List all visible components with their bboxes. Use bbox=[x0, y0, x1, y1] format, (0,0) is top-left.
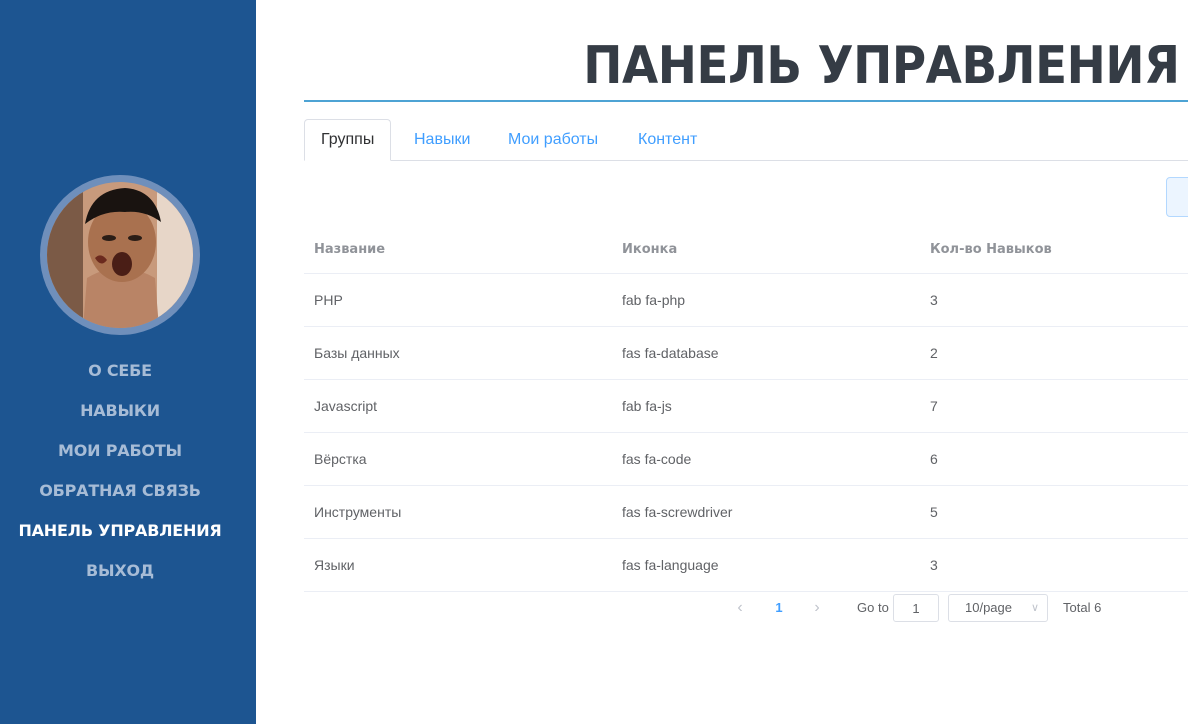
total-count: Total 6 bbox=[1063, 600, 1102, 615]
cell-name: Javascript bbox=[314, 398, 378, 414]
pagination: ‹ 1 › Go to 10/page ∨ Total 6 bbox=[0, 594, 1188, 622]
avatar-frame bbox=[40, 175, 200, 335]
table-row[interactable]: PHP fab fa-php 3 bbox=[304, 274, 1188, 327]
cell-icon: fas fa-screwdriver bbox=[622, 504, 733, 520]
table-row[interactable]: Javascript fab fa-js 7 bbox=[304, 380, 1188, 433]
sidebar-item-admin-panel[interactable]: ПАНЕЛЬ УПРАВЛЕНИЯ bbox=[0, 511, 240, 551]
table-header: Название Иконка Кол-во Навыков bbox=[304, 226, 1188, 274]
table-row[interactable]: Языки fas fa-language 3 bbox=[304, 539, 1188, 592]
cell-icon: fas fa-code bbox=[622, 451, 692, 467]
avatar[interactable] bbox=[47, 182, 193, 328]
sidebar-item-feedback[interactable]: ОБРАТНАЯ СВЯЗЬ bbox=[0, 471, 240, 511]
add-group-button[interactable] bbox=[1166, 177, 1188, 217]
sidebar-item-about[interactable]: О СЕБЕ bbox=[0, 351, 240, 391]
column-header-icon[interactable]: Иконка bbox=[622, 226, 677, 274]
sidebar-item-works[interactable]: МОИ РАБОТЫ bbox=[0, 431, 240, 471]
goto-page-input[interactable] bbox=[893, 594, 939, 622]
cell-name: Вёрстка bbox=[314, 451, 367, 467]
cell-skill-count: 5 bbox=[930, 504, 938, 520]
cell-name: PHP bbox=[314, 292, 343, 308]
sidebar-nav: О СЕБЕ НАВЫКИ МОИ РАБОТЫ ОБРАТНАЯ СВЯЗЬ … bbox=[0, 351, 240, 591]
page-number-current[interactable]: 1 bbox=[771, 594, 787, 622]
tab-bar: Группы Навыки Мои работы Контент bbox=[304, 119, 1188, 161]
page-size-select[interactable]: 10/page ∨ bbox=[948, 594, 1048, 622]
tab-content[interactable]: Контент bbox=[638, 119, 697, 161]
cell-icon: fas fa-language bbox=[622, 557, 719, 573]
table-row[interactable]: Базы данных fas fa-database 2 bbox=[304, 327, 1188, 380]
column-header-name[interactable]: Название bbox=[314, 226, 385, 274]
tab-groups[interactable]: Группы bbox=[304, 119, 392, 161]
cell-skill-count: 3 bbox=[930, 292, 938, 308]
table-row[interactable]: Инструменты fas fa-screwdriver 5 bbox=[304, 486, 1188, 539]
page-title: ПАНЕЛЬ УПРАВЛЕНИЯ bbox=[583, 36, 1181, 96]
cell-name: Языки bbox=[314, 557, 355, 573]
cell-icon: fab fa-php bbox=[622, 292, 686, 308]
cell-skill-count: 3 bbox=[930, 557, 938, 573]
goto-label: Go to bbox=[857, 600, 889, 615]
cell-name: Инструменты bbox=[314, 504, 402, 520]
cell-name: Базы данных bbox=[314, 345, 400, 361]
table-row[interactable]: Вёрстка fas fa-code 6 bbox=[304, 433, 1188, 486]
sidebar-item-skills[interactable]: НАВЫКИ bbox=[0, 391, 240, 431]
chevron-right-icon[interactable]: › bbox=[807, 594, 827, 622]
chevron-down-icon: ∨ bbox=[1030, 602, 1039, 614]
page-size-value: 10/page bbox=[965, 600, 1012, 615]
cell-skill-count: 2 bbox=[930, 345, 938, 361]
sidebar-item-logout[interactable]: ВЫХОД bbox=[0, 551, 240, 591]
column-header-skill-count[interactable]: Кол-во Навыков bbox=[930, 226, 1052, 274]
groups-table: Название Иконка Кол-во Навыков PHP fab f… bbox=[304, 226, 1188, 592]
cell-skill-count: 7 bbox=[930, 398, 938, 414]
chevron-left-icon[interactable]: ‹ bbox=[730, 594, 750, 622]
tab-works[interactable]: Мои работы bbox=[508, 119, 598, 161]
title-divider bbox=[304, 100, 1188, 102]
cell-skill-count: 6 bbox=[930, 451, 938, 467]
cell-icon: fab fa-js bbox=[622, 398, 672, 414]
tab-skills[interactable]: Навыки bbox=[414, 119, 470, 161]
cell-icon: fas fa-database bbox=[622, 345, 719, 361]
